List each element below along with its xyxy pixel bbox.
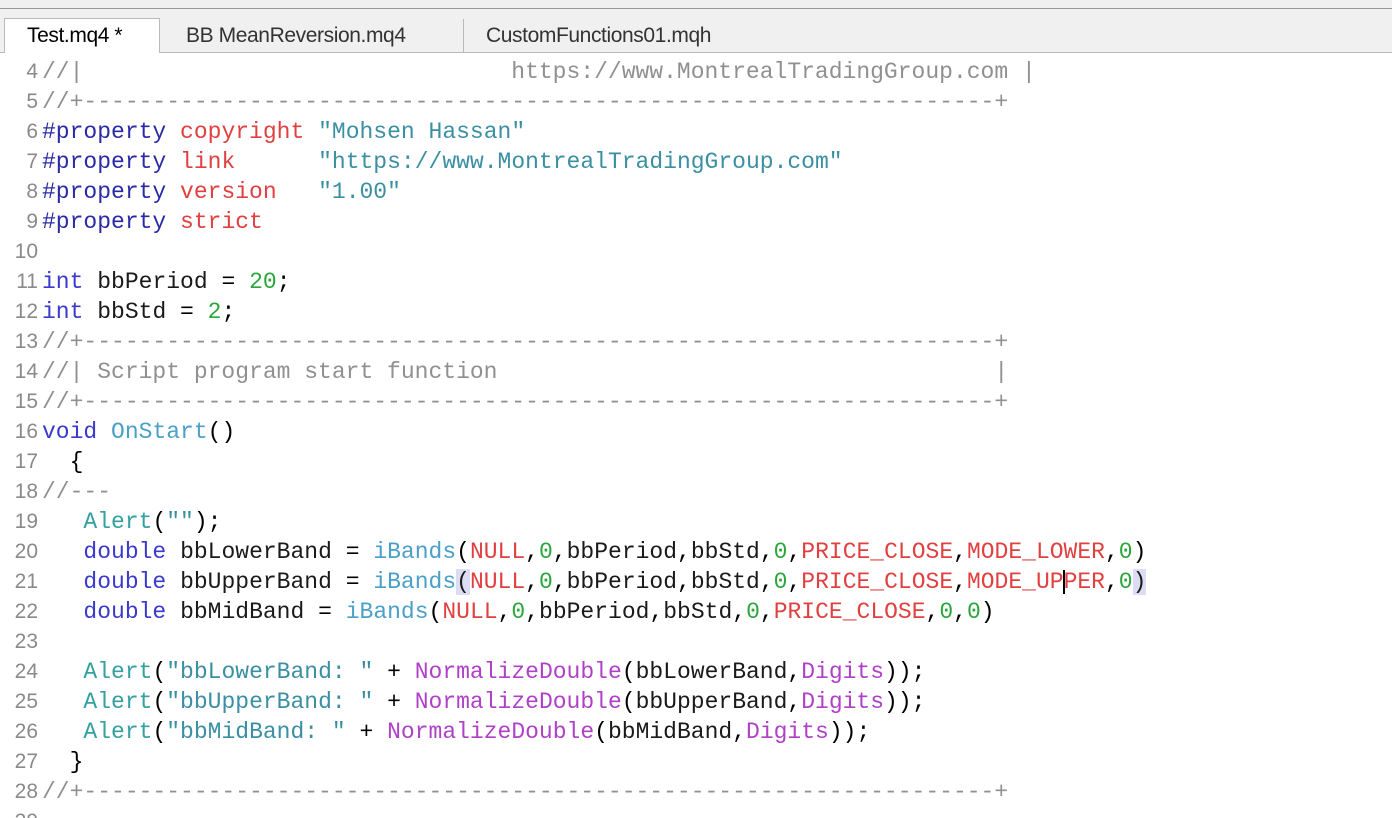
code-line[interactable]: 15//+-----------------------------------… [0, 387, 1392, 417]
line-code: #property strict [42, 209, 263, 235]
line-number: 24 [14, 660, 38, 683]
line-code: //| https://www.MontrealTradingGroup.com… [42, 59, 1036, 85]
line-number: 17 [14, 450, 38, 473]
line-code: //--- [42, 479, 112, 505]
tab-label: CustomFunctions01.mqh [486, 24, 712, 47]
code-line[interactable]: 17 { [0, 447, 1392, 477]
line-number: 15 [14, 390, 38, 413]
line-number: 16 [14, 420, 38, 443]
code-line[interactable]: 10 [0, 237, 1392, 267]
line-code: double bbLowerBand = iBands(NULL,0,bbPer… [83, 539, 1147, 565]
code-line[interactable]: 29 [0, 807, 1392, 818]
line-code: //+-------------------------------------… [42, 89, 1009, 115]
code-line[interactable]: 11 int bbPeriod = 20; [0, 267, 1392, 297]
line-number: 13 [14, 330, 38, 353]
code-line[interactable]: 25 Alert("bbUpperBand: " + NormalizeDoub… [0, 687, 1392, 717]
line-number: 9 [26, 210, 38, 233]
code-line[interactable]: 5//+------------------------------------… [0, 87, 1392, 117]
line-number: 29 [0, 807, 38, 818]
tab-customfunctions01-mqh[interactable]: CustomFunctions01.mqh [464, 19, 764, 52]
line-code: int bbPeriod = 20; [42, 269, 291, 295]
code-line[interactable]: 22 double bbMidBand = iBands(NULL,0,bbPe… [0, 597, 1392, 627]
code-line[interactable]: 28//+-----------------------------------… [0, 777, 1392, 807]
code-line[interactable]: 6 #property copyright "Mohsen Hassan" [0, 117, 1392, 147]
line-number: 4 [26, 60, 38, 83]
text-caret [1062, 569, 1065, 594]
code-line[interactable]: 18//--- [0, 477, 1392, 507]
line-code: Alert("bbUpperBand: " + NormalizeDouble(… [83, 689, 926, 715]
line-code: Alert("bbMidBand: " + NormalizeDouble(bb… [83, 719, 871, 745]
line-number: 19 [14, 510, 38, 533]
line-code: Alert("bbLowerBand: " + NormalizeDouble(… [83, 659, 926, 685]
line-code: void OnStart() [42, 419, 236, 445]
code-line[interactable]: 23 [0, 627, 1392, 657]
line-number: 25 [14, 690, 38, 713]
line-number: 22 [14, 600, 38, 623]
line-number: 5 [26, 90, 38, 113]
line-code: //| Script program start function | [42, 359, 1009, 385]
code-line[interactable]: 13//+-----------------------------------… [0, 327, 1392, 357]
code-line[interactable]: 21 double bbUpperBand = iBands(NULL,0,bb… [0, 567, 1392, 597]
code-line[interactable]: 27 } [0, 747, 1392, 777]
code-line[interactable]: 12 int bbStd = 2; [0, 297, 1392, 327]
tab-label: Test.mq4 * [27, 24, 123, 47]
code-line[interactable]: 4//| https://www.MontrealTradingGroup.co… [0, 57, 1392, 87]
line-number: 12 [14, 300, 38, 323]
code-line[interactable]: 26 Alert("bbMidBand: " + NormalizeDouble… [0, 717, 1392, 747]
code-line[interactable]: 19 Alert(""); [0, 507, 1392, 537]
line-number: 14 [14, 360, 38, 383]
line-number: 21 [14, 570, 38, 593]
code-line[interactable]: 16 void OnStart() [0, 417, 1392, 447]
line-code: #property copyright "Mohsen Hassan" [42, 119, 526, 145]
code-line[interactable]: 8 #property version "1.00" [0, 177, 1392, 207]
line-number: 7 [26, 150, 38, 173]
tab-bb-meanreversion-mq4[interactable]: BB MeanReversion.mq4 [164, 19, 464, 52]
line-number: 18 [14, 480, 38, 503]
line-number: 27 [14, 750, 38, 773]
line-code: #property link "https://www.MontrealTrad… [42, 149, 843, 175]
line-number: 23 [14, 630, 38, 653]
line-number: 28 [14, 780, 38, 803]
line-number: 11 [16, 270, 38, 293]
line-code: int bbStd = 2; [42, 299, 236, 325]
code-line[interactable]: 7 #property link "https://www.MontrealTra… [0, 147, 1392, 177]
line-number: 26 [14, 720, 38, 743]
code-line[interactable]: 9 #property strict [0, 207, 1392, 237]
toolbar-strip [0, 0, 1392, 9]
code-line[interactable]: 14//| Script program start function | [0, 357, 1392, 387]
line-code: //+-------------------------------------… [42, 329, 1009, 355]
editor-tab-bar: Test.mq4 * BB MeanReversion.mq4 CustomFu… [0, 9, 1392, 53]
line-code: //+-------------------------------------… [42, 779, 1009, 805]
tab-test-mq4[interactable]: Test.mq4 * [4, 18, 160, 53]
code-editor[interactable]: 4//| https://www.MontrealTradingGroup.co… [0, 53, 1392, 818]
line-number: 10 [14, 240, 38, 263]
line-code: #property version "1.00" [42, 179, 401, 205]
tab-label: BB MeanReversion.mq4 [186, 24, 406, 47]
line-code: double bbMidBand = iBands(NULL,0,bbPerio… [83, 599, 995, 625]
line-code: //+-------------------------------------… [42, 389, 1009, 415]
line-code: { [42, 449, 84, 475]
line-number: 20 [14, 540, 38, 563]
line-number: 6 [26, 120, 38, 143]
line-code: Alert(""); [83, 509, 222, 535]
code-line[interactable]: 24 Alert("bbLowerBand: " + NormalizeDoub… [0, 657, 1392, 687]
code-line[interactable]: 20 double bbLowerBand = iBands(NULL,0,bb… [0, 537, 1392, 567]
line-code: } [42, 749, 84, 775]
line-number: 8 [26, 180, 38, 203]
line-code: double bbUpperBand = iBands(NULL,0,bbPer… [83, 569, 1147, 595]
